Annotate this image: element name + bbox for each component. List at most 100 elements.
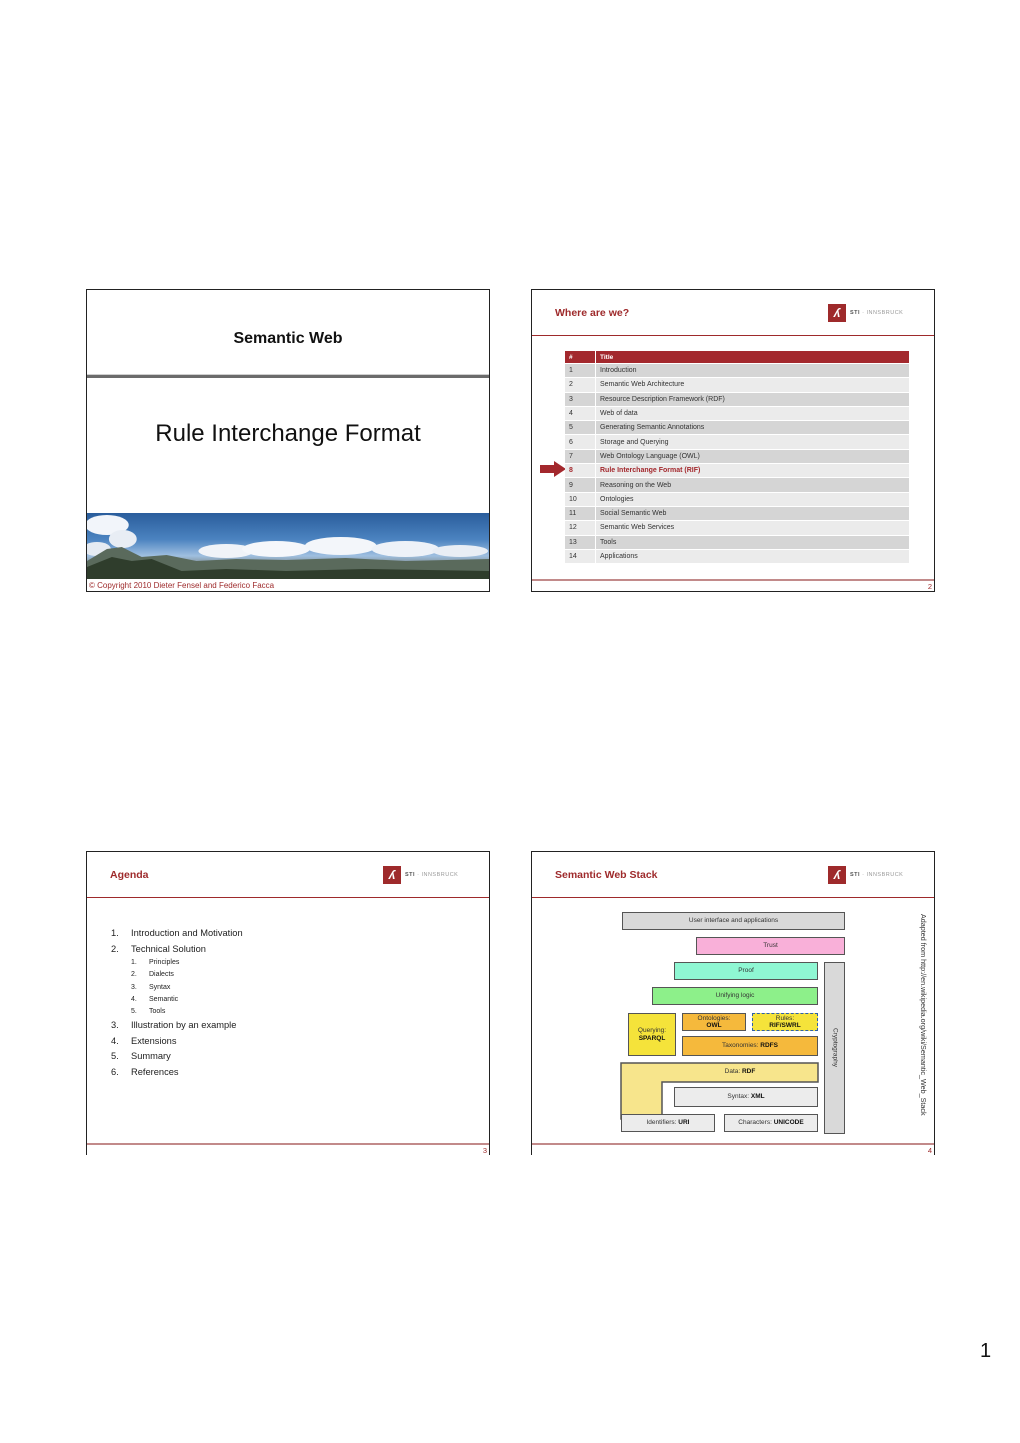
slide-1-title: Semantic Web Rule Interchange Format © C… bbox=[86, 289, 490, 592]
footer-divider bbox=[532, 1143, 934, 1145]
layer-taxonomies-rdfs: Taxonomies: RDFS bbox=[682, 1036, 818, 1056]
row-number: 7 bbox=[565, 449, 596, 464]
row-title: Rule Interchange Format (RIF) bbox=[596, 464, 909, 478]
slide-4-semantic-web-stack: Semantic Web Stack ʎ STI · INNSBRUCK Use… bbox=[531, 851, 935, 1155]
table-row: 6 Storage and Querying bbox=[565, 435, 909, 449]
table-row: 1 Introduction bbox=[565, 364, 909, 378]
layer-proof: Proof bbox=[674, 962, 818, 980]
agenda-subitem-number: 4. bbox=[131, 995, 137, 1003]
agenda-item-number: 4. bbox=[111, 1035, 119, 1046]
agenda-item-label: Technical Solution bbox=[131, 943, 206, 954]
course-outline-table: # Title 1 Introduction 2 Semantic Web Archi… bbox=[565, 350, 909, 564]
row-number: 2 bbox=[565, 378, 596, 392]
row-number: 6 bbox=[565, 435, 596, 449]
column-header-number: # bbox=[565, 351, 596, 363]
sti-innsbruck-logo: ʎ STI · INNSBRUCK bbox=[383, 866, 458, 884]
logo-brand: STI bbox=[850, 872, 861, 878]
layer-querying-sparql: Querying: SPARQL bbox=[628, 1013, 676, 1056]
row-title: Introduction bbox=[596, 364, 909, 378]
layer-identifiers-uri: Identifiers: URI bbox=[621, 1114, 715, 1132]
document-page-number: 1 bbox=[980, 1340, 992, 1362]
agenda-list: 1. Introduction and Motivation 2. Technical… bbox=[111, 926, 243, 1080]
footer-divider bbox=[87, 1143, 489, 1145]
agenda-subitem: 2. Dialects bbox=[111, 969, 243, 981]
row-title: Resource Description Framework (RDF) bbox=[596, 392, 909, 406]
agenda-subitem-number: 5. bbox=[131, 1008, 137, 1016]
layer-ontologies-owl: Ontologies: OWL bbox=[682, 1013, 746, 1031]
logo-place: INNSBRUCK bbox=[421, 872, 459, 878]
table-row: 4 Web of data bbox=[565, 406, 909, 421]
agenda-item: 6. References bbox=[111, 1065, 243, 1081]
table-header-row: # Title bbox=[565, 351, 909, 363]
table-row: 2 Semantic Web Architecture bbox=[565, 378, 909, 392]
agenda-subitem-label: Tools bbox=[149, 1008, 166, 1016]
sti-logo-icon: ʎ bbox=[828, 304, 846, 322]
logo-place: INNSBRUCK bbox=[866, 872, 904, 878]
layer-unifying-logic: Unifying logic bbox=[652, 987, 818, 1005]
table-row: 14 Applications bbox=[565, 549, 909, 564]
agenda-subitem-number: 1. bbox=[131, 959, 137, 966]
logo-brand: STI bbox=[850, 310, 861, 316]
row-title: Semantic Web Architecture bbox=[596, 378, 909, 392]
layer-user-interface: User interface and applications bbox=[622, 912, 845, 930]
table-row: 9 Reasoning on the Web bbox=[565, 478, 909, 492]
agenda-item: 2. Technical Solution bbox=[111, 942, 243, 958]
agenda-subitem-label: Semantic bbox=[149, 995, 179, 1003]
row-title: Social Semantic Web bbox=[596, 506, 909, 521]
agenda-item-label: Extensions bbox=[131, 1035, 177, 1046]
sti-innsbruck-logo: ʎ STI · INNSBRUCK bbox=[828, 304, 903, 322]
layer-data-rdf: Data: RDF bbox=[724, 1068, 756, 1076]
row-number: 1 bbox=[565, 364, 596, 378]
agenda-subitem: 4. Semantic bbox=[111, 994, 243, 1006]
agenda-subitem-label: Syntax bbox=[149, 983, 171, 991]
row-number: 3 bbox=[565, 392, 596, 406]
logo-brand: STI bbox=[405, 872, 416, 878]
row-title: Applications bbox=[596, 549, 909, 564]
table-row: 11 Social Semantic Web bbox=[565, 506, 909, 521]
row-title: Tools bbox=[596, 535, 909, 549]
agenda-subitem: 5. Tools bbox=[111, 1006, 243, 1018]
agenda-item-label: Illustration by an example bbox=[131, 1020, 237, 1031]
agenda-subitem-number: 2. bbox=[131, 971, 137, 979]
row-title: Ontologies bbox=[596, 492, 909, 506]
header-divider bbox=[532, 897, 934, 898]
agenda-item-number: 5. bbox=[111, 1051, 119, 1062]
sti-logo-icon: ʎ bbox=[828, 866, 846, 884]
course-title: Semantic Web bbox=[233, 330, 343, 347]
agenda-item-label: Introduction and Motivation bbox=[131, 928, 243, 938]
slide-3-agenda: Agenda ʎ STI · INNSBRUCK 1. Introduction … bbox=[86, 851, 490, 1155]
current-position-arrow-icon bbox=[540, 461, 566, 477]
mountain-panorama-image bbox=[87, 513, 489, 579]
row-title: Web of data bbox=[596, 406, 909, 421]
table-row-current: 8 Rule Interchange Format (RIF) bbox=[565, 464, 909, 478]
copyright-notice: © Copyright 2010 Dieter Fensel and Feder… bbox=[89, 581, 275, 590]
agenda-item-number: 6. bbox=[111, 1066, 119, 1077]
agenda-item-label: Summary bbox=[131, 1051, 171, 1062]
agenda-item-label: References bbox=[131, 1066, 179, 1077]
agenda-item: 3. Illustration by an example bbox=[111, 1018, 243, 1034]
header-divider bbox=[87, 897, 489, 898]
row-title: Storage and Querying bbox=[596, 435, 909, 449]
table-row: 12 Semantic Web Services bbox=[565, 521, 909, 535]
layer-syntax-xml: Syntax: XML bbox=[674, 1087, 818, 1107]
column-header-title: Title bbox=[596, 351, 909, 363]
table-row: 10 Ontologies bbox=[565, 492, 909, 506]
slide-title: Where are we? bbox=[555, 307, 630, 319]
slide-title: Semantic Web Stack bbox=[555, 869, 658, 881]
slide-title: Agenda bbox=[110, 869, 149, 881]
slide-page-number: 2 bbox=[927, 582, 932, 591]
agenda-item-number: 3. bbox=[111, 1020, 119, 1031]
layer-characters-unicode: Characters: UNICODE bbox=[724, 1114, 818, 1132]
agenda-item: 4. Extensions bbox=[111, 1034, 243, 1050]
agenda-subitem: 1. Principles bbox=[111, 957, 243, 969]
logo-place: INNSBRUCK bbox=[866, 310, 904, 316]
row-title: Generating Semantic Annotations bbox=[596, 421, 909, 435]
agenda-item: 1. Introduction and Motivation bbox=[111, 926, 243, 942]
row-number: 8 bbox=[565, 464, 596, 478]
header-divider bbox=[532, 335, 934, 336]
row-title: Semantic Web Services bbox=[596, 521, 909, 535]
table-row: 7 Web Ontology Language (OWL) bbox=[565, 449, 909, 464]
agenda-subitem-number: 3. bbox=[131, 983, 137, 991]
sti-innsbruck-logo: ʎ STI · INNSBRUCK bbox=[828, 866, 903, 884]
row-number: 5 bbox=[565, 421, 596, 435]
